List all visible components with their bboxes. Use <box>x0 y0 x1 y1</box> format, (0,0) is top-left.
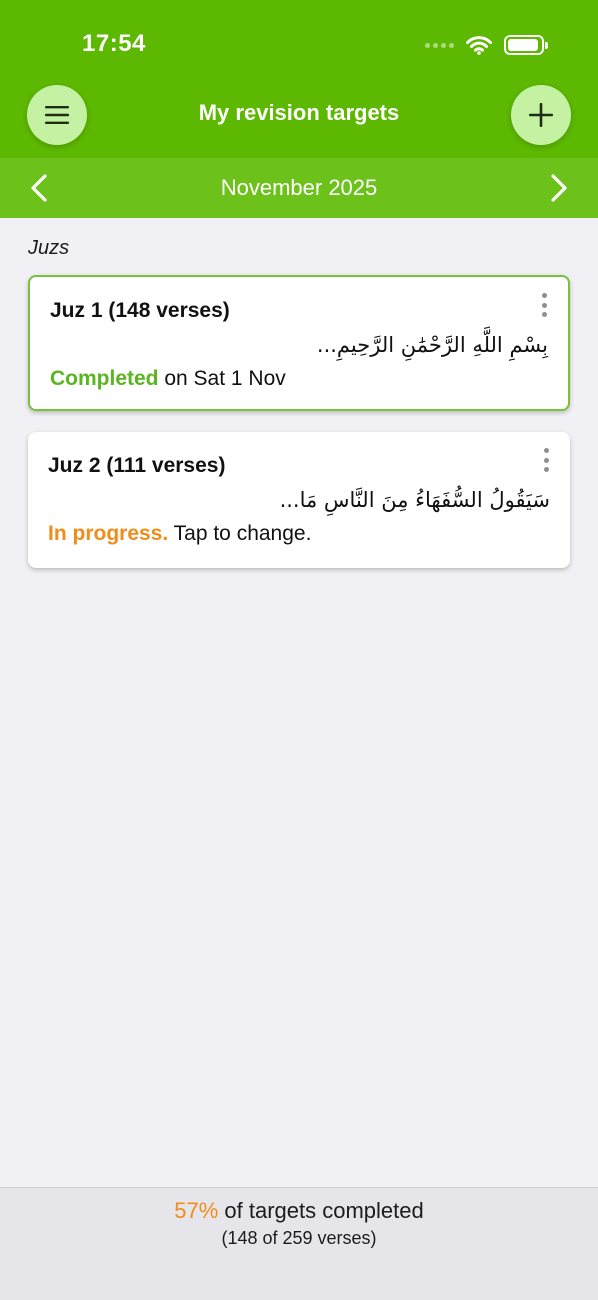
card-status: In progress. Tap to change. <box>48 522 311 546</box>
chevron-right-icon <box>551 174 567 202</box>
section-heading: Juzs <box>28 237 70 259</box>
card-arabic-text: بِسْمِ اللَّهِ الرَّحْمَٰنِ الرَّحِيمِ..… <box>316 333 548 357</box>
wifi-icon <box>466 36 492 55</box>
status-completed-label: Completed <box>50 367 159 390</box>
vertical-ellipsis-icon <box>543 448 549 453</box>
card-options-button[interactable] <box>536 293 552 317</box>
progress-summary-text: of targets completed <box>218 1198 424 1223</box>
next-month-button[interactable] <box>544 172 574 204</box>
status-in-progress-label: In progress. <box>48 522 169 545</box>
progress-summary: 57% of targets completed <box>0 1198 598 1224</box>
chevron-left-icon <box>31 174 47 202</box>
previous-month-button[interactable] <box>24 172 54 204</box>
month-navigation: November 2025 <box>0 158 598 218</box>
card-title: Juz 2 (111 verses) <box>48 454 226 477</box>
progress-verses: (148 of 259 verses) <box>221 1228 377 1248</box>
status-detail: on Sat 1 Nov <box>158 367 286 390</box>
page-title: My revision targets <box>198 100 400 125</box>
status-icons <box>425 34 548 56</box>
card-arabic-text: سَيَقُولُ السُّفَهَاءُ مِنَ النَّاسِ مَا… <box>279 488 550 512</box>
status-detail: Tap to change. <box>168 522 312 545</box>
header: 17:54 My revision targets <box>0 0 598 158</box>
status-time: 17:54 <box>82 30 146 57</box>
card-options-button[interactable] <box>538 448 554 472</box>
month-label: November 2025 <box>220 175 378 200</box>
progress-footer: 57% of targets completed (148 of 259 ver… <box>0 1187 598 1300</box>
battery-icon <box>504 35 548 55</box>
card-title: Juz 1 (148 verses) <box>50 299 230 322</box>
add-target-button[interactable] <box>511 85 571 145</box>
vertical-ellipsis-icon <box>541 293 547 298</box>
signal-icon <box>425 42 454 48</box>
target-card[interactable]: Juz 1 (148 verses) بِسْمِ اللَّهِ الرَّح… <box>28 275 570 411</box>
progress-percent: 57% <box>174 1198 219 1223</box>
target-card[interactable]: Juz 2 (111 verses) سَيَقُولُ السُّفَهَاء… <box>28 432 570 568</box>
plus-icon <box>529 103 553 127</box>
app-screen: 17:54 My revision targets November 2025 … <box>0 0 598 1300</box>
card-status: Completed on Sat 1 Nov <box>50 367 286 391</box>
